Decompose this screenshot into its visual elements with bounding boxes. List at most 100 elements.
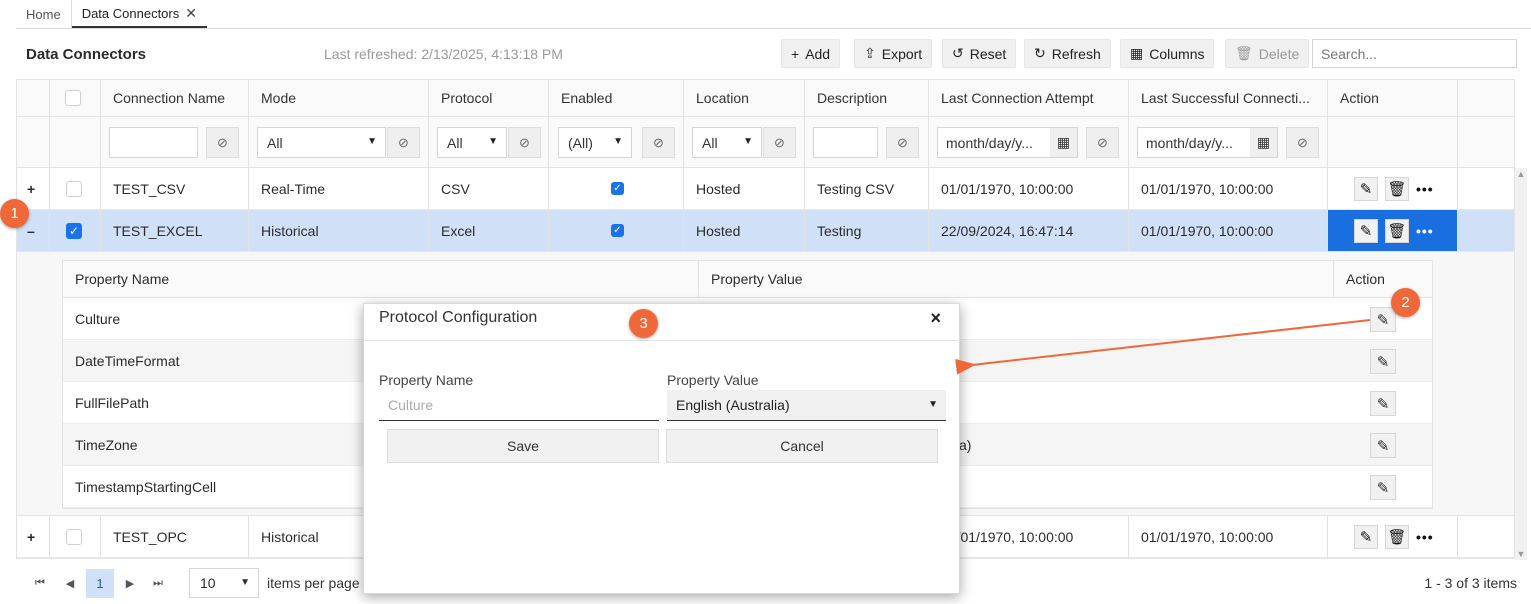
- export-icon: ⇪: [864, 45, 876, 61]
- cancel-button[interactable]: Cancel: [666, 429, 938, 463]
- step-badge: 3: [629, 309, 658, 338]
- location-filter-select[interactable]: All ▼: [692, 127, 762, 158]
- filter-clear-icon[interactable]: ⊘: [1286, 127, 1319, 158]
- property-value-label: Property Value: [667, 372, 759, 388]
- description-filter-input[interactable]: [813, 127, 878, 158]
- header-last-success[interactable]: Last Successful Connecti...: [1129, 80, 1328, 116]
- filter-clear-icon[interactable]: ⊘: [886, 127, 919, 158]
- trash-icon[interactable]: 🗑: [1385, 524, 1409, 549]
- caret-down-icon: ▼: [613, 136, 623, 147]
- header-description[interactable]: Description: [805, 80, 929, 116]
- edit-pencil-icon[interactable]: ✎: [1354, 176, 1378, 201]
- mode-filter-select[interactable]: All ▼: [257, 127, 386, 158]
- header-connection-name[interactable]: Connection Name: [101, 80, 249, 116]
- tab-strip: Home Data Connectors ✕: [16, 0, 1531, 29]
- first-page-icon[interactable]: ⏮: [26, 569, 54, 598]
- edit-pencil-icon[interactable]: ✎: [1370, 349, 1396, 374]
- name-filter-input[interactable]: [109, 127, 198, 158]
- header-expander: [17, 80, 50, 116]
- more-icon[interactable]: •••: [1416, 529, 1434, 545]
- refresh-button[interactable]: ↻ Refresh: [1024, 39, 1111, 68]
- filter-clear-icon[interactable]: ⊘: [642, 127, 675, 158]
- location: Hosted: [684, 168, 805, 209]
- row-select[interactable]: ✓: [50, 210, 101, 251]
- header-last-attempt[interactable]: Last Connection Attempt: [929, 80, 1129, 116]
- more-icon[interactable]: •••: [1416, 223, 1434, 239]
- edit-pencil-icon[interactable]: ✎: [1370, 391, 1396, 416]
- property-value-select[interactable]: English (Australia) ▼: [667, 390, 946, 421]
- add-button[interactable]: + Add: [781, 39, 841, 68]
- header-property-value[interactable]: Property Value: [699, 261, 1334, 297]
- scroll-up-icon[interactable]: ▲: [1515, 168, 1527, 180]
- trash-icon[interactable]: 🗑: [1385, 218, 1409, 243]
- filter-clear-icon[interactable]: ⊘: [1086, 127, 1119, 158]
- more-icon[interactable]: •••: [1416, 181, 1434, 197]
- attempt-date-filter[interactable]: month/day/y... ▦: [937, 127, 1078, 158]
- trash-icon[interactable]: 🗑: [1385, 176, 1409, 201]
- row-checkbox-checked[interactable]: ✓: [66, 222, 82, 239]
- filter-clear-icon[interactable]: ⊘: [206, 127, 239, 158]
- filter-clear-icon[interactable]: ⊘: [387, 127, 420, 158]
- expand-icon[interactable]: +: [17, 516, 50, 557]
- save-button[interactable]: Save: [387, 429, 659, 463]
- description: Testing CSV: [805, 168, 929, 209]
- edit-pencil-icon[interactable]: ✎: [1370, 475, 1396, 500]
- tab-home[interactable]: Home: [16, 0, 72, 28]
- next-page-icon[interactable]: ▶: [116, 569, 144, 598]
- last-page-icon[interactable]: ⏭: [144, 569, 172, 598]
- filter-empty-2: [50, 117, 101, 167]
- calendar-icon[interactable]: ▦: [1250, 128, 1277, 157]
- caret-down-icon: ▼: [743, 136, 753, 147]
- page-number-button[interactable]: 1: [86, 569, 114, 598]
- calendar-icon[interactable]: ▦: [1050, 128, 1077, 157]
- export-button[interactable]: ⇪ Export: [854, 39, 933, 68]
- filter-clear-icon[interactable]: ⊘: [508, 127, 541, 158]
- page-size-select[interactable]: 10 ▼: [189, 568, 259, 598]
- filter-clear-icon[interactable]: ⊘: [763, 127, 796, 158]
- edit-pencil-icon[interactable]: ✎: [1354, 524, 1378, 549]
- caret-down-icon: ▼: [367, 136, 377, 147]
- tab-data-connectors[interactable]: Data Connectors ✕: [71, 0, 207, 28]
- search-input[interactable]: [1312, 39, 1517, 68]
- table-row[interactable]: – ✓ TEST_EXCEL Historical Excel ✓ Hosted…: [17, 210, 1514, 252]
- header-property-name[interactable]: Property Name: [63, 261, 699, 297]
- grid-filter-row: ⊘ All ▼ ⊘ All ▼ ⊘ (All) ▼ ⊘ All ▼ ⊘ ⊘ month/…: [17, 117, 1514, 168]
- table-row[interactable]: + TEST_CSV Real-Time CSV ✓ Hosted Testin…: [17, 168, 1514, 210]
- edit-pencil-icon[interactable]: ✎: [1354, 218, 1378, 243]
- protocol: CSV: [429, 168, 549, 209]
- edit-pencil-icon[interactable]: ✎: [1370, 433, 1396, 458]
- protocol-filter-select[interactable]: All ▼: [437, 127, 507, 158]
- connection-name: TEST_CSV: [101, 168, 249, 209]
- row-select[interactable]: [50, 168, 101, 209]
- per-page-label: items per page: [267, 575, 360, 591]
- enabled: ✓: [549, 168, 684, 209]
- enabled-filter-select[interactable]: (All) ▼: [558, 127, 632, 158]
- enabled: ✓: [549, 210, 684, 251]
- last-success: 01/01/1970, 10:00:00: [1129, 516, 1328, 557]
- property-name-input[interactable]: [379, 390, 659, 421]
- location: Hosted: [684, 210, 805, 251]
- row-actions: ✎ 🗑 •••: [1328, 210, 1458, 251]
- grid-scrollbar[interactable]: ▲ ▼: [1515, 168, 1527, 560]
- header-enabled[interactable]: Enabled: [549, 80, 684, 116]
- header-mode[interactable]: Mode: [249, 80, 429, 116]
- reset-button[interactable]: ↺ Reset: [942, 39, 1017, 68]
- select-all-checkbox[interactable]: [65, 90, 81, 106]
- tab-data-connectors-label: Data Connectors: [81, 5, 180, 21]
- prev-page-icon[interactable]: ◀: [56, 569, 84, 598]
- check-icon: ✓: [611, 182, 624, 195]
- plus-icon: +: [791, 45, 800, 62]
- close-icon[interactable]: ×: [930, 308, 941, 329]
- header-protocol[interactable]: Protocol: [429, 80, 549, 116]
- row-select[interactable]: [50, 516, 101, 557]
- header-location[interactable]: Location: [684, 80, 805, 116]
- delete-button[interactable]: 🗑 Delete: [1225, 39, 1310, 68]
- edit-pencil-icon[interactable]: ✎: [1370, 307, 1396, 332]
- close-icon[interactable]: ✕: [185, 5, 197, 22]
- header-select-all[interactable]: [50, 80, 101, 116]
- row-checkbox[interactable]: [66, 180, 82, 197]
- success-date-filter[interactable]: month/day/y... ▦: [1137, 127, 1278, 158]
- columns-button[interactable]: ▦ Columns: [1120, 39, 1215, 68]
- tab-home-label: Home: [26, 6, 61, 22]
- row-checkbox[interactable]: [66, 528, 82, 545]
